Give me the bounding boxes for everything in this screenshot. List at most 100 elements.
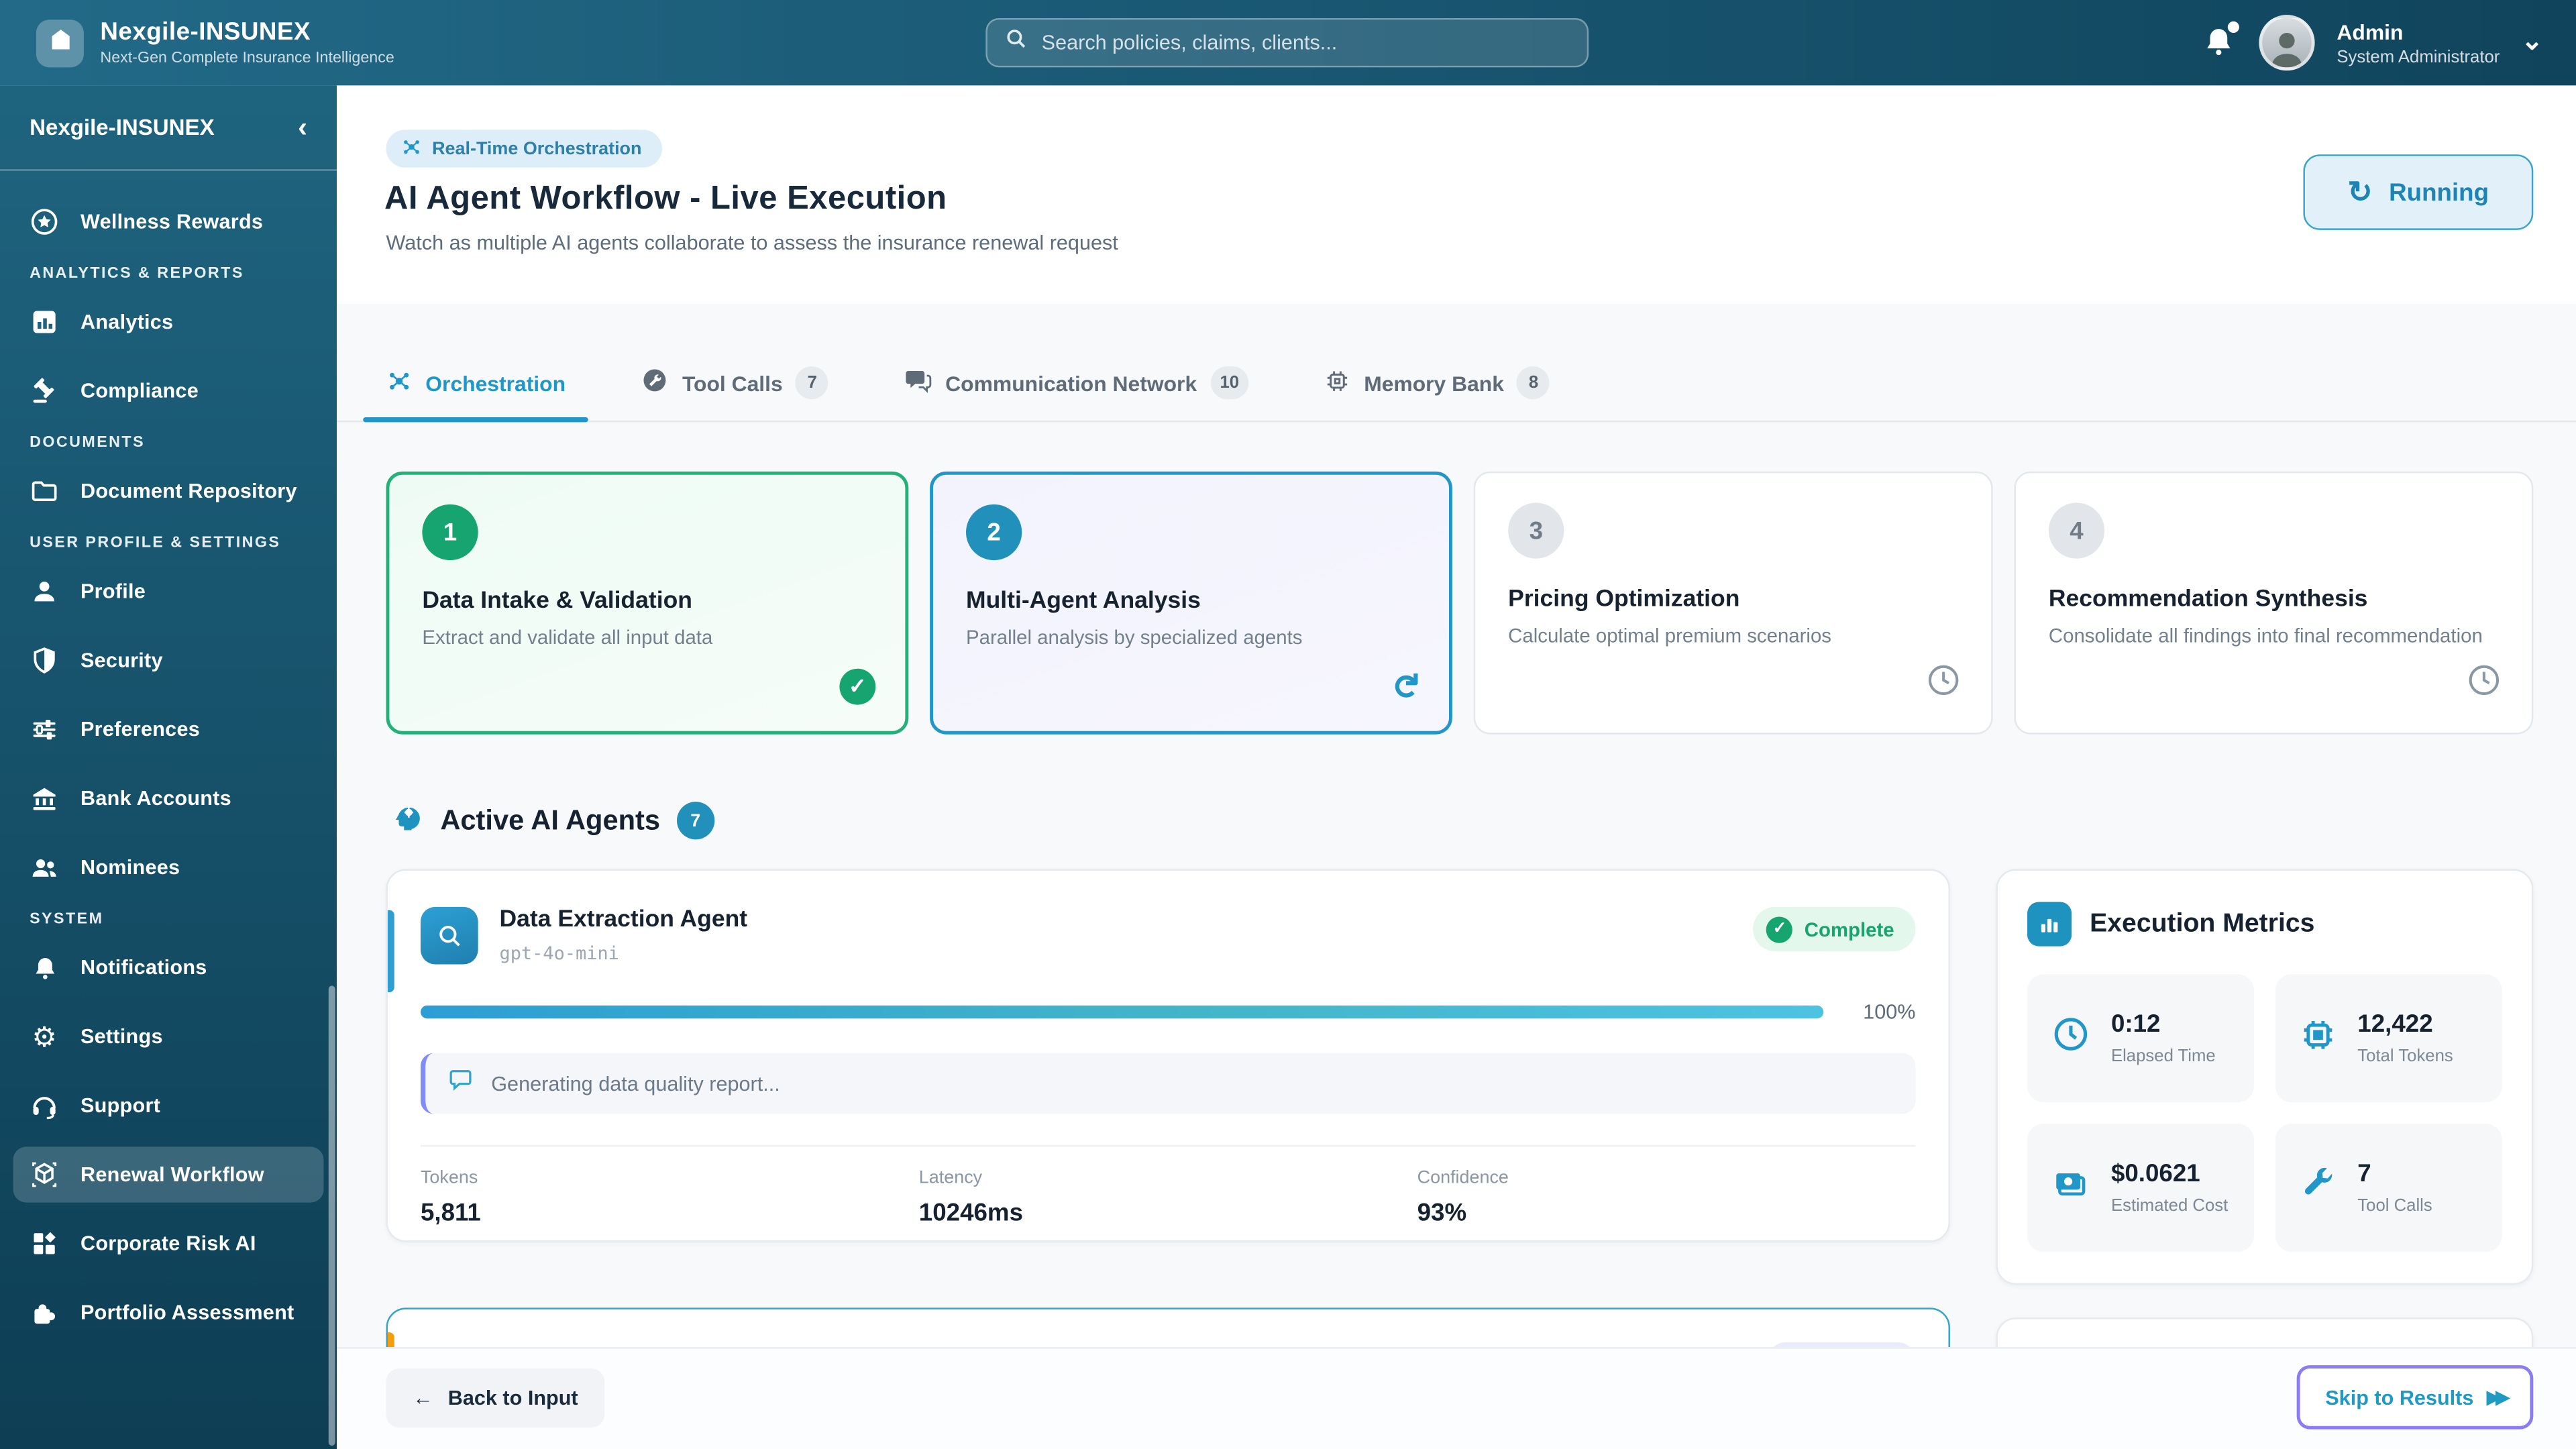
- step-card-data-intake[interactable]: 1 Data Intake & Validation Extract and v…: [386, 471, 909, 735]
- stat-value: 5,811: [420, 1199, 481, 1228]
- people-icon: [30, 853, 59, 882]
- chip-icon: [2298, 1014, 2338, 1062]
- step-title: Recommendation Synthesis: [2048, 586, 2368, 613]
- sidebar-item-label: Support: [80, 1094, 161, 1118]
- tab-orchestration[interactable]: Orchestration: [363, 368, 590, 423]
- active-agents-header: Active AI Agents 7: [391, 800, 2533, 841]
- stat-confidence: Confidence 93%: [1417, 1168, 1916, 1227]
- step-status: ↻: [1386, 669, 1424, 705]
- tab-count-badge: 8: [1517, 366, 1550, 400]
- agent-model: gpt-4o-mini: [499, 943, 619, 965]
- sidebar-item-label: Profile: [80, 580, 146, 603]
- puzzle-icon: [30, 1298, 59, 1328]
- global-search[interactable]: [985, 17, 1589, 68]
- agent-message-box: Generating data quality report...: [420, 1053, 1916, 1114]
- agent-message: Generating data quality report...: [491, 1071, 780, 1095]
- home-shield-icon: [47, 25, 73, 60]
- sidebar-item-security[interactable]: Security: [13, 633, 324, 688]
- network-icon: [386, 368, 413, 400]
- user-role: System Administrator: [2337, 46, 2500, 67]
- wrench-circle-icon: [641, 366, 669, 399]
- sidebar-item-bank-accounts[interactable]: Bank Accounts: [13, 771, 324, 826]
- agent-progress-row: 100%: [420, 1000, 1916, 1024]
- sidebar-item-label: Bank Accounts: [80, 787, 231, 810]
- page-header: Real-Time Orchestration AI Agent Workflo…: [337, 85, 2576, 305]
- brand-text: Nexgile-INSUNEX Next-Gen Complete Insura…: [100, 18, 394, 67]
- step-title: Pricing Optimization: [1508, 586, 1740, 613]
- back-label: Back to Input: [447, 1386, 578, 1410]
- sidebar-collapse-button[interactable]: ‹: [298, 111, 307, 144]
- chevron-down-icon[interactable]: ⌄: [2521, 29, 2543, 56]
- sidebar-scrollbar[interactable]: [328, 985, 335, 1446]
- fast-forward-icon: ▶▶: [2486, 1388, 2510, 1408]
- stat-tokens: Tokens 5,811: [421, 1168, 919, 1227]
- sidebar-item-label: Security: [80, 649, 163, 672]
- back-to-input-button[interactable]: ← Back to Input: [386, 1368, 605, 1428]
- tab-label: Communication Network: [945, 370, 1197, 395]
- sidebar-item-label: Document Repository: [80, 480, 297, 503]
- stat-latency: Latency 10246ms: [919, 1168, 1417, 1227]
- user-meta[interactable]: Admin System Administrator: [2337, 19, 2500, 66]
- step-number: 2: [966, 504, 1022, 561]
- orchestration-panel: 1 Data Intake & Validation Extract and v…: [337, 422, 2576, 1449]
- search-input[interactable]: [1041, 31, 1571, 54]
- sidebar-item-portfolio-assessment[interactable]: Portfolio Assessment: [13, 1285, 324, 1340]
- gear-icon: ⚙: [32, 1021, 57, 1053]
- step-card-pricing[interactable]: 3 Pricing Optimization Calculate optimal…: [1473, 471, 1993, 735]
- sidebar-item-wellness-rewards[interactable]: Wellness Rewards: [13, 194, 324, 250]
- header-right: Admin System Administrator ⌄: [2202, 0, 2543, 85]
- bar-chart-icon: [2027, 902, 2072, 947]
- agent-header-row: Data Extraction Agent gpt-4o-mini ✓ Comp…: [420, 906, 1916, 965]
- metric-label: Total Tokens: [2357, 1046, 2453, 1067]
- bar-chart-icon: [30, 307, 59, 337]
- avatar[interactable]: [2259, 15, 2316, 71]
- tab-memory-bank[interactable]: Memory Bank 8: [1324, 366, 1550, 421]
- tab-label: Memory Bank: [1364, 370, 1504, 395]
- sidebar-item-profile[interactable]: Profile: [13, 564, 324, 619]
- agent-status-badge: ✓ Complete: [1753, 906, 1916, 951]
- tab-count-badge: 7: [796, 366, 829, 400]
- network-icon: [401, 136, 423, 162]
- step-card-recommendation[interactable]: 4 Recommendation Synthesis Consolidate a…: [2014, 471, 2534, 735]
- data-extraction-icon: [420, 906, 478, 965]
- sidebar-item-support[interactable]: Support: [13, 1078, 324, 1134]
- sidebar-item-label: Renewal Workflow: [80, 1163, 264, 1187]
- app-logo: [36, 19, 84, 67]
- workflow-steps: 1 Data Intake & Validation Extract and v…: [386, 471, 2534, 735]
- sidebar-item-renewal-workflow[interactable]: Renewal Workflow: [13, 1146, 324, 1203]
- running-status-button[interactable]: ↻ Running: [2303, 154, 2534, 230]
- skip-to-results-button[interactable]: Skip to Results ▶▶: [2296, 1365, 2534, 1430]
- progress-fill: [420, 1005, 1824, 1019]
- step-number: 1: [422, 504, 478, 561]
- step-card-multi-agent[interactable]: 2 Multi-Agent Analysis Parallel analysis…: [930, 471, 1452, 735]
- metric-value: 12,422: [2357, 1010, 2433, 1038]
- sidebar-section-documents: DOCUMENTS: [30, 433, 146, 452]
- tab-tool-calls[interactable]: Tool Calls 7: [641, 366, 829, 421]
- brand-tagline: Next-Gen Complete Insurance Intelligence: [100, 49, 394, 68]
- step-number: 4: [2048, 502, 2105, 559]
- sidebar-item-corporate-risk-ai[interactable]: Corporate Risk AI: [13, 1216, 324, 1271]
- user-name: Admin: [2337, 19, 2404, 44]
- stat-label: Latency: [918, 1168, 983, 1188]
- bank-icon: [30, 784, 59, 813]
- sliders-icon: [30, 714, 59, 744]
- metric-elapsed-time: 0:12 Elapsed Time: [2027, 974, 2255, 1103]
- panel-header: Execution Metrics: [2027, 902, 2502, 947]
- headset-icon: [30, 1091, 59, 1120]
- execution-metrics-panel: Execution Metrics 0:12 Elapsed Time 12,4…: [1996, 869, 2534, 1285]
- sidebar-item-compliance[interactable]: Compliance: [13, 363, 324, 419]
- sidebar-item-document-repository[interactable]: Document Repository: [13, 464, 324, 519]
- sidebar-item-nominees[interactable]: Nominees: [13, 839, 324, 895]
- metric-tool-calls: 7 Tool Calls: [2275, 1124, 2502, 1252]
- chip-icon: [1324, 367, 1350, 398]
- progress-label: 100%: [1863, 1000, 1916, 1024]
- sidebar-item-preferences[interactable]: Preferences: [13, 702, 324, 757]
- running-label: Running: [2389, 178, 2489, 207]
- sidebar-item-analytics[interactable]: Analytics: [13, 294, 324, 350]
- sidebar-item-notifications[interactable]: Notifications: [13, 940, 324, 996]
- agents-count-badge: 7: [676, 802, 714, 840]
- tab-communication-network[interactable]: Communication Network 10: [904, 366, 1249, 421]
- sidebar-item-settings[interactable]: ⚙ Settings: [13, 1009, 324, 1065]
- sidebar-item-label: Analytics: [80, 310, 174, 334]
- notifications-button[interactable]: [2202, 21, 2240, 61]
